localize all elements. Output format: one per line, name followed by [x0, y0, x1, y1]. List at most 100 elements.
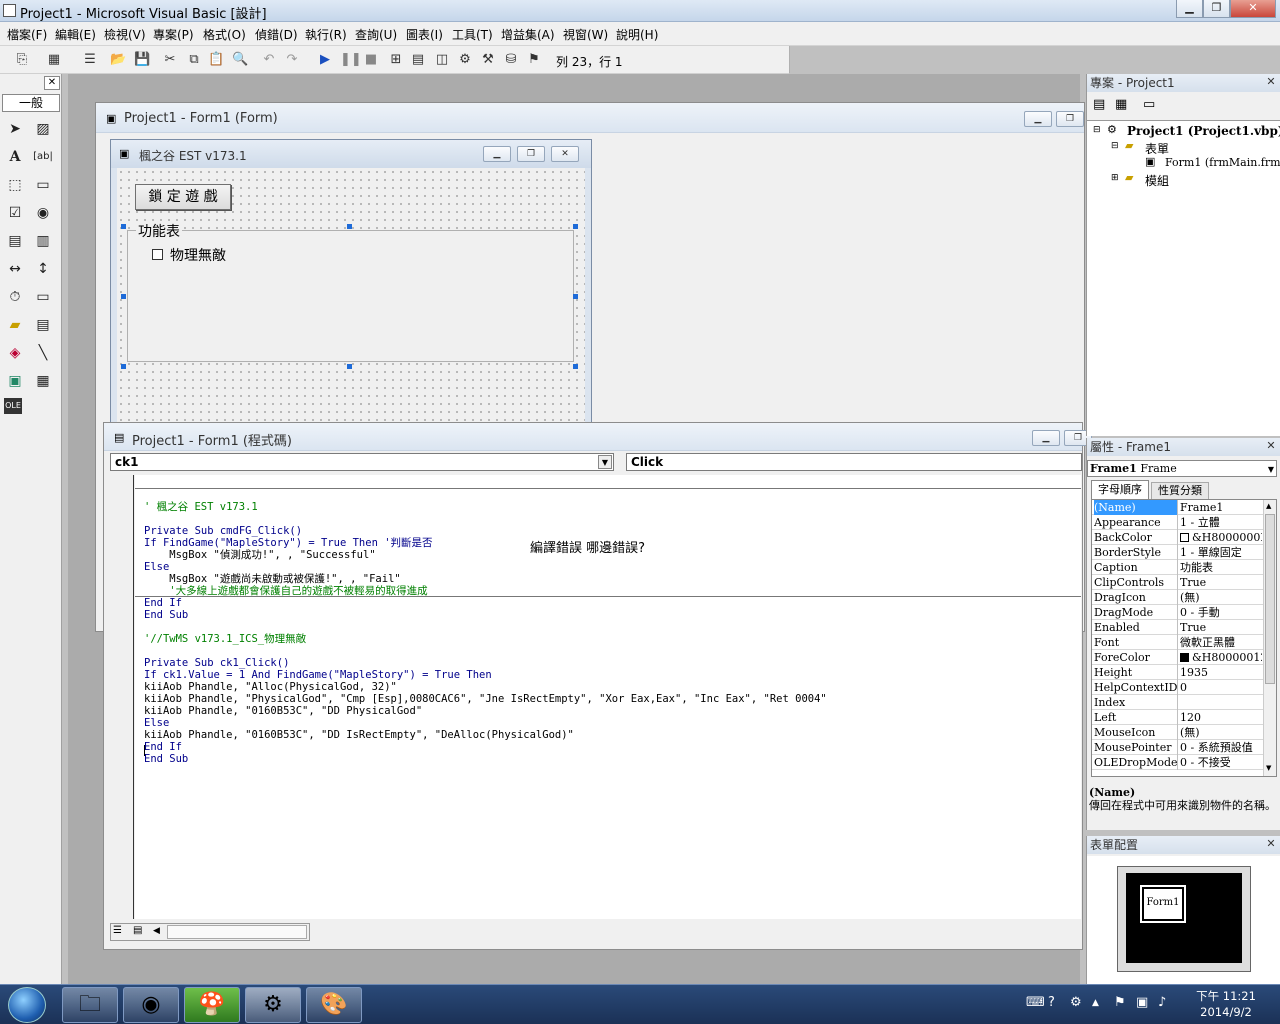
form1-design-surface[interactable]: ▣ 楓之谷 EST v173.1 ▁ ❐ ✕ 鎖 定 遊 戲 功能表 物理無敵 [110, 139, 592, 429]
copy-icon[interactable]: ⧉ [186, 52, 202, 68]
scroll-down-icon[interactable]: ▼ [1266, 764, 1271, 772]
selection-handle[interactable] [573, 364, 578, 369]
menu-editor-icon[interactable]: ☰ [82, 52, 98, 68]
add-project-icon[interactable]: ⎘ [14, 52, 30, 68]
physical-god-checkbox[interactable] [152, 249, 163, 260]
shape-tool-icon[interactable]: ◈ [4, 342, 26, 364]
menu-diagram[interactable]: 圖表(I) [406, 26, 443, 43]
frame-tool-icon[interactable]: ⬚ [4, 174, 26, 196]
data-view-icon[interactable]: ⛁ [503, 52, 519, 68]
property-row[interactable]: DragMode 0 - 手動 [1092, 605, 1264, 620]
property-row[interactable]: OLEDropMode 0 - 不接受 [1092, 755, 1264, 770]
code-horizontal-scrollbar[interactable]: ☰ ▤ ◀ [110, 923, 310, 941]
filelistbox-tool-icon[interactable]: ▤ [32, 314, 54, 336]
toolbox-close-icon[interactable]: ✕ [44, 76, 60, 90]
maplestory-taskbar-icon[interactable]: 🍄 [184, 987, 240, 1023]
property-row[interactable]: Appearance 1 - 立體 [1092, 515, 1264, 530]
property-row[interactable]: MouseIcon (無) [1092, 725, 1264, 740]
full-module-view-icon[interactable]: ▤ [133, 925, 142, 936]
vscrollbar-tool-icon[interactable]: ↕ [32, 258, 54, 280]
form1-close-button[interactable]: ✕ [551, 146, 579, 162]
action-center-icon[interactable]: ⚑ [1114, 995, 1126, 1010]
project-panel-close-icon[interactable]: ✕ [1264, 75, 1278, 89]
listbox-tool-icon[interactable]: ▥ [32, 230, 54, 252]
form1-minimize-button[interactable]: ▁ [483, 146, 511, 162]
start-button[interactable] [8, 987, 46, 1023]
paste-icon[interactable]: 📋 [208, 52, 224, 68]
procedure-combobox[interactable]: Click [626, 453, 1082, 471]
view-object-icon[interactable]: ▦ [1115, 97, 1127, 112]
find-icon[interactable]: 🔍 [232, 52, 248, 68]
optionbutton-tool-icon[interactable]: ◉ [32, 202, 54, 224]
start-icon[interactable]: ▶ [317, 52, 333, 68]
property-row[interactable]: DragIcon (無) [1092, 590, 1264, 605]
scroll-thumb[interactable] [167, 925, 307, 939]
property-row[interactable]: HelpContextID 0 [1092, 680, 1264, 695]
menu-query[interactable]: 查詢(U) [355, 26, 397, 43]
form-layout-icon[interactable]: ◫ [434, 52, 450, 68]
chevron-down-icon[interactable]: ▼ [598, 455, 612, 469]
menu-format[interactable]: 格式(O) [203, 26, 246, 43]
form1-layout-thumbnail[interactable]: Form1 [1140, 885, 1186, 923]
chevron-down-icon[interactable]: ▼ [1268, 462, 1274, 477]
expand-icon[interactable]: ⊞ [1111, 173, 1119, 183]
property-row[interactable]: MousePointer 0 - 系統預設值 [1092, 740, 1264, 755]
menu-window[interactable]: 視窗(W) [563, 26, 608, 43]
form-designer-maximize-button[interactable]: ❐ [1056, 111, 1084, 127]
menu-view[interactable]: 檢視(V) [104, 26, 146, 43]
help-tray-icon[interactable]: ? [1048, 995, 1055, 1010]
clock[interactable]: 下午 11:21 2014/9/2 [1186, 988, 1266, 1020]
maximize-button[interactable]: ❐ [1203, 0, 1230, 18]
cut-icon[interactable]: ✂ [162, 52, 178, 68]
toolbox-icon[interactable]: ⚒ [480, 52, 496, 68]
picturebox-tool-icon[interactable]: ▨ [32, 118, 54, 140]
property-row[interactable]: Caption 功能表 [1092, 560, 1264, 575]
collapse-icon[interactable]: ⊟ [1093, 125, 1101, 135]
menu-project[interactable]: 專案(P) [153, 26, 194, 43]
add-form-icon[interactable]: ▦ [46, 52, 62, 68]
property-row[interactable]: Height 1935 [1092, 665, 1264, 680]
hscrollbar-tool-icon[interactable]: ↔ [4, 258, 26, 280]
selection-handle[interactable] [121, 294, 126, 299]
property-row[interactable]: Enabled True [1092, 620, 1264, 635]
explorer-taskbar-icon[interactable]: 🗀 [62, 987, 118, 1023]
code-window-minimize-button[interactable]: ▁ [1032, 430, 1060, 446]
selection-handle[interactable] [121, 224, 126, 229]
object-selector[interactable]: Frame1 Frame ▼ [1087, 460, 1277, 477]
properties-panel-close-icon[interactable]: ✕ [1264, 439, 1278, 453]
property-row[interactable]: BackColor &H8000000F [1092, 530, 1264, 545]
object-combobox[interactable]: ck1 ▼ [110, 453, 614, 471]
data-tool-icon[interactable]: ▦ [32, 370, 54, 392]
tool-tray-icon[interactable]: ⚙ [1070, 995, 1082, 1010]
scroll-thumb[interactable] [1265, 514, 1275, 684]
component-manager-icon[interactable]: ⚑ [526, 52, 542, 68]
minimize-button[interactable]: ▁ [1176, 0, 1203, 18]
function-frame[interactable]: 功能表 物理無敵 [127, 221, 574, 362]
tree-modules-folder[interactable]: 模組 [1145, 172, 1169, 189]
tab-alphabetic[interactable]: 字母順序 [1091, 480, 1149, 499]
property-row[interactable]: Left 120 [1092, 710, 1264, 725]
open-project-icon[interactable]: 📂 [110, 52, 126, 68]
end-icon[interactable]: ■ [363, 52, 379, 68]
pointer-tool-icon[interactable]: ➤ [4, 118, 26, 140]
scroll-up-icon[interactable]: ▲ [1266, 502, 1271, 510]
checkbox-tool-icon[interactable]: ☑ [4, 202, 26, 224]
menu-addins[interactable]: 增益集(A) [501, 26, 555, 43]
vb6-taskbar-icon[interactable]: ⚙ [245, 987, 301, 1023]
project-explorer-icon[interactable]: ⊞ [388, 52, 404, 68]
tab-categorized[interactable]: 性質分類 [1151, 482, 1209, 499]
form-designer-minimize-button[interactable]: ▁ [1024, 111, 1052, 127]
property-row[interactable]: (Name) Frame1 [1092, 500, 1264, 515]
textbox-tool-icon[interactable]: [ab| [32, 146, 54, 168]
combobox-tool-icon[interactable]: ▤ [4, 230, 26, 252]
selection-handle[interactable] [573, 224, 578, 229]
menu-run[interactable]: 執行(R) [305, 26, 347, 43]
dirlistbox-tool-icon[interactable]: ▰ [4, 314, 26, 336]
toolbox-tab-general[interactable]: 一般 [2, 94, 60, 112]
selection-handle[interactable] [121, 364, 126, 369]
properties-window-icon[interactable]: ▤ [410, 52, 426, 68]
undo-icon[interactable]: ↶ [261, 52, 277, 68]
property-row[interactable]: ForeColor &H80000012 [1092, 650, 1264, 665]
menu-edit[interactable]: 編輯(E) [55, 26, 96, 43]
property-scrollbar[interactable]: ▲ ▼ [1263, 500, 1276, 776]
